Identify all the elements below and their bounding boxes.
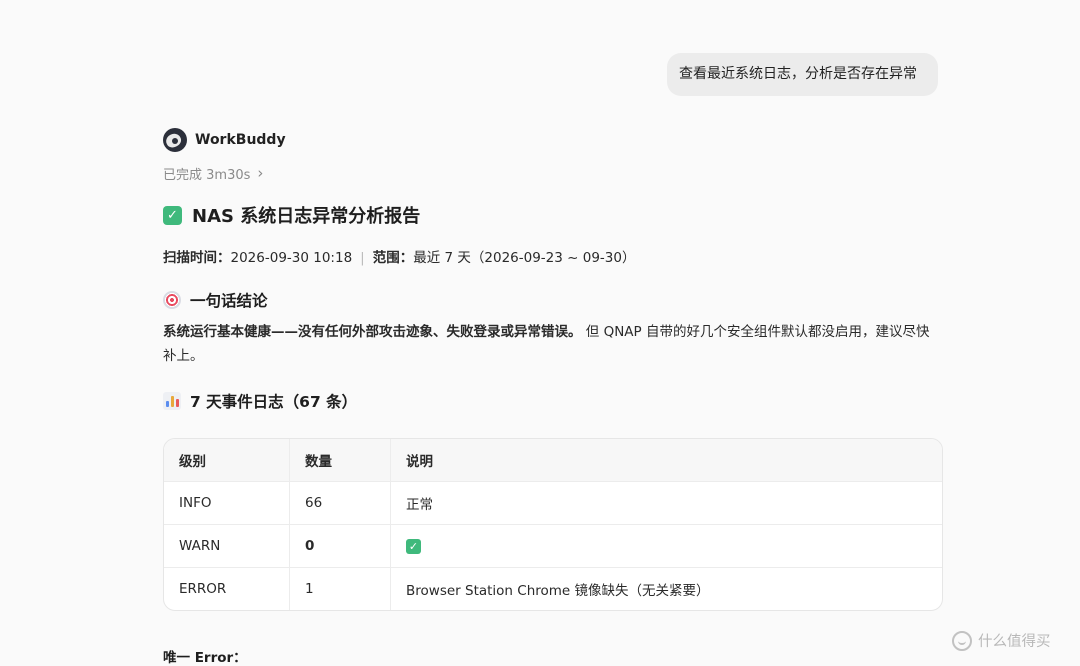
check-mark-icon: ✓ [406,538,421,554]
row-description: Browser Station Chrome 镜像缺失（无关紧要） [406,583,710,599]
scan-time-value: 2026-09-30 10:18 [230,250,353,266]
row-count: 66 [289,481,391,525]
row-count: 0 [289,524,391,568]
agent-header: WorkBuddy [163,127,943,153]
agent-name: WorkBuddy [195,132,286,148]
smzdm-logo-icon [952,630,972,651]
report-title-text: NAS 系统日志异常分析报告 [192,206,421,227]
check-mark-icon: ✓ [163,205,182,225]
watermark-text: 什么值得买 [978,634,1051,650]
events-heading-text: 7 天事件日志（67 条） [190,393,358,411]
event-log-table: 级别 数量 说明 INFO 66 正常 WARN 0 ✓ ERROR 1 Bro… [163,438,943,611]
scan-meta: 扫描时间：2026-09-30 10:18 | 范围：最近 7 天（2026-09-… [163,248,943,268]
header-count: 数量 [289,439,391,482]
task-status-toggle[interactable]: 已完成 3m30s › [163,163,943,183]
user-message-bubble: 查看最近系统日志，分析是否存在异常 [667,53,938,96]
conclusion-bold: 系统运行基本健康——没有任何外部攻击迹象、失败登录或异常错误。 [163,324,582,340]
header-description: 说明 [390,439,942,482]
target-icon [163,291,181,309]
bar-chart-icon [163,392,181,410]
row-count: 1 [289,567,391,610]
assistant-response: WorkBuddy 已完成 3m30s › ✓ NAS 系统日志异常分析报告 扫… [163,127,943,611]
row-description: 正常 [390,481,942,525]
range-label: 范围： [372,250,414,266]
task-status-text: 已完成 3m30s [163,167,251,183]
table-row: ERROR 1 Browser Station Chrome 镜像缺失（无关紧要… [164,567,942,610]
report-title: ✓ NAS 系统日志异常分析报告 [163,202,943,228]
row-level: WARN [164,524,290,568]
conclusion-heading: 一句话结论 [163,288,943,312]
agent-avatar [163,128,187,152]
table-row: WARN 0 ✓ [164,524,942,568]
row-description: ✓ [390,524,942,568]
row-level: INFO [164,481,290,525]
user-message-text: 查看最近系统日志，分析是否存在异常 [679,66,917,82]
table-header-row: 级别 数量 说明 [164,439,942,482]
table-row: INFO 66 正常 [164,481,942,525]
range-value: 最近 7 天（2026-09-23 ~ 09-30） [413,250,636,266]
conclusion-text: 系统运行基本健康——没有任何外部攻击迹象、失败登录或异常错误。 但 QNAP 自… [163,320,933,368]
row-level: ERROR [164,567,290,610]
conclusion-heading-text: 一句话结论 [190,292,268,310]
meta-separator: | [360,250,365,266]
chevron-right-icon: › [257,164,264,182]
scan-time-label: 扫描时间： [163,250,231,266]
header-level: 级别 [164,439,290,482]
events-heading: 7 天事件日志（67 条） [163,389,943,413]
error-heading: 唯一 Error： [163,650,247,666]
watermark: 什么值得买 [952,630,1051,651]
